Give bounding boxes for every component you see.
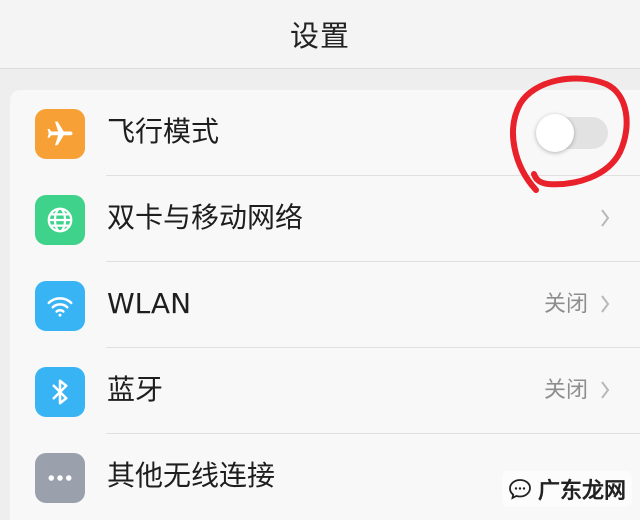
wifi-icon <box>35 281 85 331</box>
toggle-knob <box>536 114 574 152</box>
header-bar: 设置 <box>0 0 640 69</box>
chevron-right-icon <box>601 381 610 399</box>
airplane-mode-toggle[interactable] <box>536 114 608 152</box>
settings-item-label: 飞行模式 <box>107 115 220 148</box>
more-icon <box>35 453 85 503</box>
chevron-right-icon <box>601 295 610 313</box>
settings-item-bluetooth[interactable]: 蓝牙 关闭 <box>10 348 640 434</box>
settings-item-label: 双卡与移动网络 <box>107 201 304 234</box>
settings-item-wlan[interactable]: WLAN 关闭 <box>10 262 640 348</box>
chevron-right-icon <box>601 209 610 227</box>
watermark-text: 广东龙网 <box>537 479 626 504</box>
page-title: 设置 <box>289 19 350 53</box>
settings-item-label: 蓝牙 <box>107 373 164 406</box>
settings-item-label: 其他无线连接 <box>107 459 276 492</box>
settings-item-dual-sim-network[interactable]: 双卡与移动网络 <box>10 176 640 262</box>
watermark: 广东龙网 <box>501 471 632 507</box>
chat-bubble-icon <box>509 479 531 500</box>
wlan-status: 关闭 <box>543 292 588 317</box>
settings-item-label: WLAN <box>107 287 192 320</box>
settings-item-airplane-mode[interactable]: 飞行模式 <box>10 90 640 176</box>
globe-icon <box>35 195 85 245</box>
settings-list: 飞行模式 双卡与移动网络 WLAN 关闭 蓝牙 关闭 其他无线连接 <box>10 90 640 520</box>
airplane-icon <box>35 109 85 159</box>
bluetooth-status: 关闭 <box>543 378 588 403</box>
bluetooth-icon <box>35 367 85 417</box>
